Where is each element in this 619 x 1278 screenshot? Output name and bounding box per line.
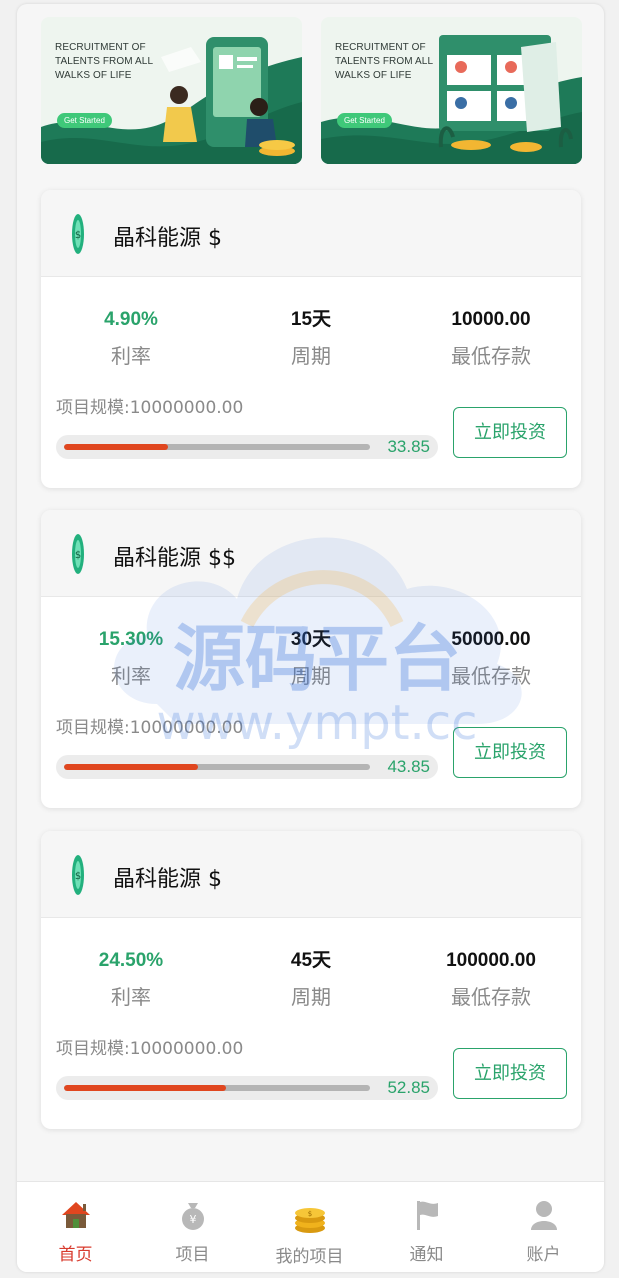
app-frame: RECRUITMENT OF TALENTS FROM ALL WALKS OF… [17,4,604,1272]
period-stat: 45天 周期 [221,948,401,1010]
min-deposit-stat: 50000.00 最低存款 [401,627,581,689]
progress-fill [64,764,199,770]
invest-now-button[interactable]: 立即投资 [453,727,567,778]
min-deposit-label: 最低存款 [451,344,531,368]
period-stat: 30天 周期 [221,627,401,689]
rate-label: 利率 [111,664,151,688]
tab-notifications[interactable]: 通知 [368,1182,485,1272]
banner-illustration [41,37,302,164]
tab-home[interactable]: 首页 [17,1182,134,1272]
banner-carousel[interactable]: RECRUITMENT OF TALENTS FROM ALL WALKS OF… [41,17,582,164]
user-icon [531,1201,557,1230]
period-value: 15天 [290,309,332,330]
progress-track [64,764,370,770]
project-card: $ 晶科能源 $ 24.50% 利率 45天 周期 100000.00 最低存款… [41,831,581,1129]
coin-icon: $ [72,534,84,574]
project-scale: 项目规模:10000000.00 [56,718,244,738]
period-label: 周期 [291,344,331,368]
period-label: 周期 [291,985,331,1009]
project-scale: 项目规模:10000000.00 [56,398,244,418]
progress-value: 43.85 [387,757,430,776]
tab-projects[interactable]: ¥ 项目 [134,1182,251,1272]
rate-stat: 4.90% 利率 [41,307,221,369]
invest-now-button[interactable]: 立即投资 [453,407,567,458]
tab-account[interactable]: 账户 [485,1182,602,1272]
progress-value: 52.85 [387,1078,430,1097]
coin-icon: $ [72,214,84,254]
rate-label: 利率 [111,344,151,368]
progress-bar: 33.85 [56,435,438,459]
tab-label: 通知 [409,1245,444,1265]
rate-value: 24.50% [98,950,164,971]
min-deposit-stat: 10000.00 最低存款 [401,307,581,369]
min-deposit-label: 最低存款 [451,985,531,1009]
progress-fill [64,1085,226,1091]
tab-my-projects[interactable]: $ 我的项目 [251,1182,368,1272]
min-deposit-value: 100000.00 [446,950,536,971]
get-started-button[interactable]: Get Started [337,113,392,128]
svg-text:¥: ¥ [190,1213,197,1226]
tab-label: 我的项目 [275,1247,344,1267]
coin-icon: $ [72,855,84,895]
home-icon [62,1202,90,1228]
project-stats: 4.90% 利率 15天 周期 10000.00 最低存款 [41,307,581,371]
project-card: $ 晶科能源 $ 4.90% 利率 15天 周期 10000.00 最低存款 项… [41,190,581,488]
banner-2[interactable]: RECRUITMENT OF TALENTS FROM ALL WALKS OF… [321,17,582,164]
project-card-header: $ 晶科能源 $ [41,831,581,918]
svg-text:$: $ [75,871,81,882]
progress-track [64,444,370,450]
progress-track [64,1085,370,1091]
min-deposit-value: 50000.00 [451,629,531,650]
project-stats: 15.30% 利率 30天 周期 50000.00 最低存款 [41,627,581,691]
period-stat: 15天 周期 [221,307,401,369]
min-deposit-value: 10000.00 [451,309,531,330]
rate-stat: 15.30% 利率 [41,627,221,689]
min-deposit-label: 最低存款 [451,664,531,688]
get-started-button[interactable]: Get Started [57,113,112,128]
progress-value: 33.85 [387,437,430,456]
project-title: 晶科能源 $ [113,226,222,251]
period-value: 45天 [290,950,332,971]
project-card-header: $ 晶科能源 $$ [41,510,581,597]
banner-illustration [321,35,582,164]
progress-bar: 52.85 [56,1076,438,1100]
money-bag-icon: ¥ [182,1203,204,1230]
svg-text:$: $ [75,230,81,241]
rate-label: 利率 [111,985,151,1009]
gold-coins-icon: $ [295,1208,325,1233]
project-card-header: $ 晶科能源 $ [41,190,581,277]
project-stats: 24.50% 利率 45天 周期 100000.00 最低存款 [41,948,581,1012]
rate-value: 4.90% [104,309,158,330]
banner-text: RECRUITMENT OF TALENTS FROM ALL WALKS OF… [55,42,153,81]
banner-text: RECRUITMENT OF TALENTS FROM ALL WALKS OF… [335,42,433,81]
project-scale: 项目规模:10000000.00 [56,1039,244,1059]
svg-text:$: $ [308,1210,312,1218]
svg-text:$: $ [75,550,81,561]
tab-label: 项目 [175,1245,210,1265]
period-value: 30天 [290,629,332,650]
min-deposit-stat: 100000.00 最低存款 [401,948,581,1010]
project-title: 晶科能源 $$ [113,546,236,571]
progress-bar: 43.85 [56,755,438,779]
flag-icon [417,1201,438,1230]
bottom-tab-bar: 首页 ¥ 项目 $ 我的项目 通知 账户 [17,1181,604,1272]
tab-label: 首页 [58,1245,93,1265]
invest-now-button[interactable]: 立即投资 [453,1048,567,1099]
project-title: 晶科能源 $ [113,867,222,892]
tab-label: 账户 [526,1245,561,1265]
rate-stat: 24.50% 利率 [41,948,221,1010]
progress-fill [64,444,168,450]
period-label: 周期 [291,664,331,688]
project-card: $ 晶科能源 $$ 15.30% 利率 30天 周期 50000.00 最低存款… [41,510,581,808]
banner-1[interactable]: RECRUITMENT OF TALENTS FROM ALL WALKS OF… [41,17,302,164]
rate-value: 15.30% [98,629,164,650]
